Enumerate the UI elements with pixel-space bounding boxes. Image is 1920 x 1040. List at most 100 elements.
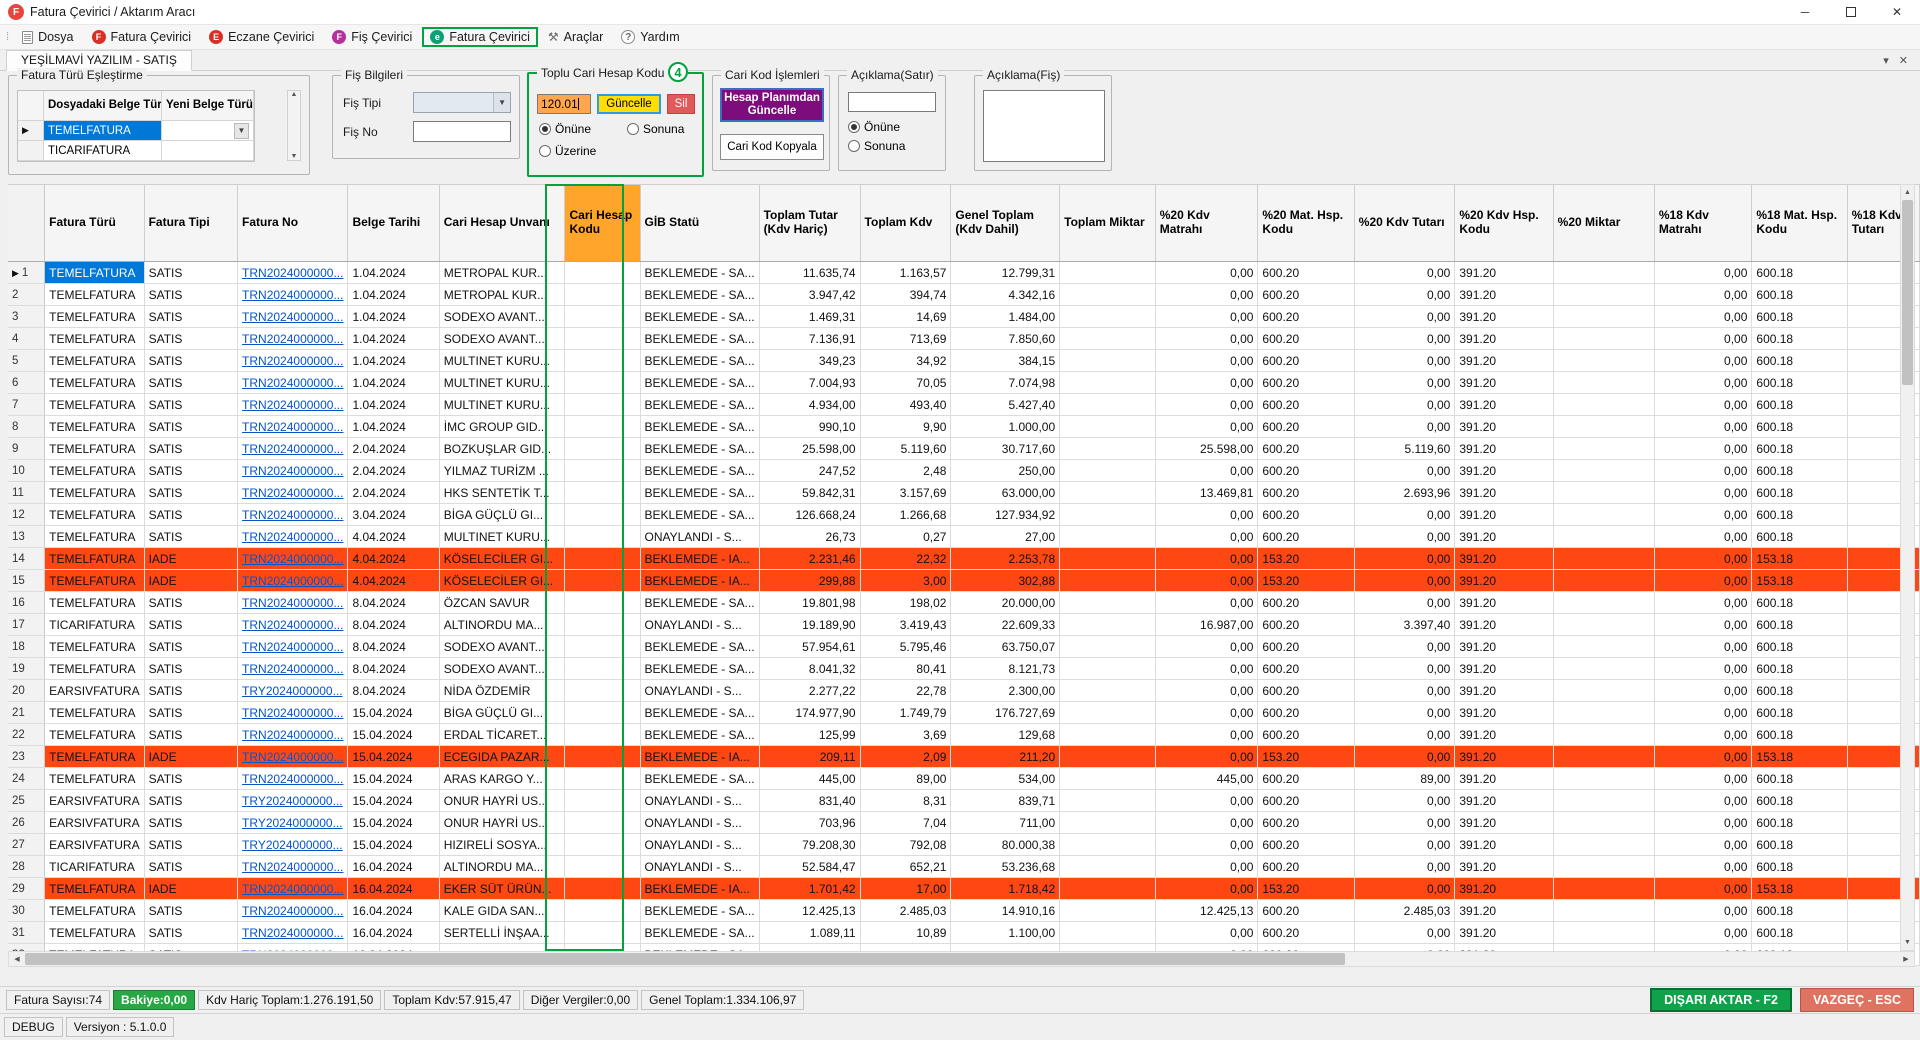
sil-button[interactable]: Sil (667, 94, 695, 114)
cell-mik20[interactable] (1553, 350, 1654, 372)
cell-kod[interactable] (565, 350, 640, 372)
cell-m20[interactable]: 0,00 (1155, 922, 1258, 944)
cell-t20[interactable]: 0,00 (1354, 922, 1455, 944)
cell-no[interactable]: TRN2024000000... (238, 746, 348, 768)
cell-mik20[interactable] (1553, 570, 1654, 592)
cell-kod[interactable] (565, 548, 640, 570)
cell-tutar[interactable]: 1.701,42 (759, 878, 860, 900)
cell-tarih[interactable]: 16.04.2024 (348, 878, 439, 900)
cell-no[interactable]: TRN2024000000... (238, 526, 348, 548)
cell-tk20[interactable]: 391.20 (1455, 790, 1553, 812)
cell-kdv[interactable]: 713,69 (860, 328, 951, 350)
cell-m20[interactable]: 445,00 (1155, 768, 1258, 790)
cell-mk18[interactable]: 600.18 (1752, 856, 1847, 878)
cell-mk20[interactable]: 600.20 (1258, 790, 1354, 812)
cell-n[interactable]: 31 (8, 922, 45, 944)
cell-n[interactable]: 22 (8, 724, 45, 746)
cell-tipi[interactable]: SATIS (144, 922, 237, 944)
cell-turu[interactable]: EARSIVFATURA (45, 680, 144, 702)
cell-miktar[interactable] (1060, 702, 1156, 724)
cell-tipi[interactable]: SATIS (144, 526, 237, 548)
cell-m18[interactable]: 0,00 (1654, 394, 1752, 416)
cell-tarih[interactable]: 16.04.2024 (348, 900, 439, 922)
cell-no[interactable]: TRN2024000000... (238, 306, 348, 328)
cell-tk20[interactable]: 391.20 (1455, 834, 1553, 856)
column-header-no[interactable]: Fatura No (238, 185, 348, 262)
cell-tipi[interactable]: SATIS (144, 328, 237, 350)
cell-n[interactable]: 5 (8, 350, 45, 372)
cell-unvan[interactable]: KALE GIDA SAN... (439, 900, 565, 922)
cell-tipi[interactable]: SATIS (144, 592, 237, 614)
cell-turu[interactable]: TEMELFATURA (45, 372, 144, 394)
menu-item-fis-cevirici[interactable]: FFiş Çevirici (324, 27, 420, 47)
column-header-gib[interactable]: GİB Statü (640, 185, 759, 262)
cell-miktar[interactable] (1060, 526, 1156, 548)
cell-t20[interactable]: 0,00 (1354, 350, 1455, 372)
cell-m20[interactable]: 0,00 (1155, 284, 1258, 306)
cell-m20[interactable]: 0,00 (1155, 416, 1258, 438)
column-header-tutar[interactable]: Toplam Tutar (Kdv Hariç) (759, 185, 860, 262)
cell-gib[interactable]: ONAYLANDI - S... (640, 680, 759, 702)
cell-tipi[interactable]: IADE (144, 878, 237, 900)
cell-gib[interactable]: BEKLEMEDE - IA... (640, 746, 759, 768)
cell-m20[interactable]: 0,00 (1155, 350, 1258, 372)
cell-mik20[interactable] (1553, 856, 1654, 878)
cell-gib[interactable]: BEKLEMEDE - IA... (640, 570, 759, 592)
cell-mk20[interactable]: 153.20 (1258, 878, 1354, 900)
cell-m18[interactable]: 0,00 (1654, 658, 1752, 680)
cell-no[interactable]: TRN2024000000... (238, 658, 348, 680)
cell-mik20[interactable] (1553, 548, 1654, 570)
cell-unvan[interactable]: METROPAL KUR... (439, 262, 565, 284)
cell-miktar[interactable] (1060, 658, 1156, 680)
cell-mk18[interactable]: 600.18 (1752, 460, 1847, 482)
cell-mik20[interactable] (1553, 768, 1654, 790)
cell-kdv[interactable]: 8,31 (860, 790, 951, 812)
cell-genel[interactable]: 302,88 (951, 570, 1060, 592)
cell-kdv[interactable]: 5.119,60 (860, 438, 951, 460)
cell-m20[interactable]: 0,00 (1155, 592, 1258, 614)
cell-mik20[interactable] (1553, 284, 1654, 306)
cell-mk18[interactable]: 153.18 (1752, 570, 1847, 592)
cell-t20[interactable]: 0,00 (1354, 262, 1455, 284)
cell-miktar[interactable] (1060, 262, 1156, 284)
menu-item-araclar[interactable]: ⚒Araçlar (540, 27, 611, 47)
cell-kod[interactable] (565, 900, 640, 922)
cell-kod[interactable] (565, 680, 640, 702)
cell-mk18[interactable]: 600.18 (1752, 636, 1847, 658)
cell-tarih[interactable]: 8.04.2024 (348, 636, 439, 658)
cell-tipi[interactable]: SATIS (144, 504, 237, 526)
cell-n[interactable]: 16 (8, 592, 45, 614)
cell-unvan[interactable]: ÖZCAN SAVUR (439, 592, 565, 614)
cell-tutar[interactable]: 19.189,90 (759, 614, 860, 636)
cell-m20[interactable]: 16.987,00 (1155, 614, 1258, 636)
cell-tarih[interactable]: 1.04.2024 (348, 328, 439, 350)
cell-mk20[interactable]: 600.20 (1258, 592, 1354, 614)
cell-m18[interactable]: 0,00 (1654, 504, 1752, 526)
cell-n[interactable]: 10 (8, 460, 45, 482)
scroll-down-icon[interactable]: ▼ (1901, 935, 1914, 950)
cell-tarih[interactable]: 1.04.2024 (348, 350, 439, 372)
menu-item-yardim[interactable]: ?Yardım (613, 27, 687, 47)
column-header-miktar[interactable]: Toplam Miktar (1060, 185, 1156, 262)
disari-aktar-button[interactable]: DIŞARI AKTAR - F2 (1650, 988, 1792, 1012)
cell-mk18[interactable]: 600.18 (1752, 900, 1847, 922)
cell-turu[interactable]: TEMELFATURA (45, 658, 144, 680)
cell-no[interactable]: TRY2024000000... (238, 812, 348, 834)
cell-m18[interactable]: 0,00 (1654, 372, 1752, 394)
cell-unvan[interactable]: ALTINORDU MA... (439, 856, 565, 878)
cell-mk18[interactable]: 600.18 (1752, 306, 1847, 328)
cell-kdv[interactable]: 2,48 (860, 460, 951, 482)
minimize-button[interactable]: ─ (1782, 0, 1828, 24)
invoice-number-link[interactable]: TRN2024000000... (242, 332, 343, 346)
cell-unvan[interactable]: BOZKUŞLAR GID... (439, 438, 565, 460)
cell-mik20[interactable] (1553, 438, 1654, 460)
cell-gib[interactable]: BEKLEMEDE - IA... (640, 548, 759, 570)
cell-n[interactable]: 18 (8, 636, 45, 658)
cell-m20[interactable]: 0,00 (1155, 460, 1258, 482)
invoice-number-link[interactable]: TRY2024000000... (242, 838, 343, 852)
cell-mk20[interactable]: 600.20 (1258, 768, 1354, 790)
cell-tarih[interactable]: 15.04.2024 (348, 790, 439, 812)
cell-n[interactable]: 19 (8, 658, 45, 680)
cell-gib[interactable]: BEKLEMEDE - SA... (640, 262, 759, 284)
cell-turu[interactable]: TEMELFATURA (45, 724, 144, 746)
